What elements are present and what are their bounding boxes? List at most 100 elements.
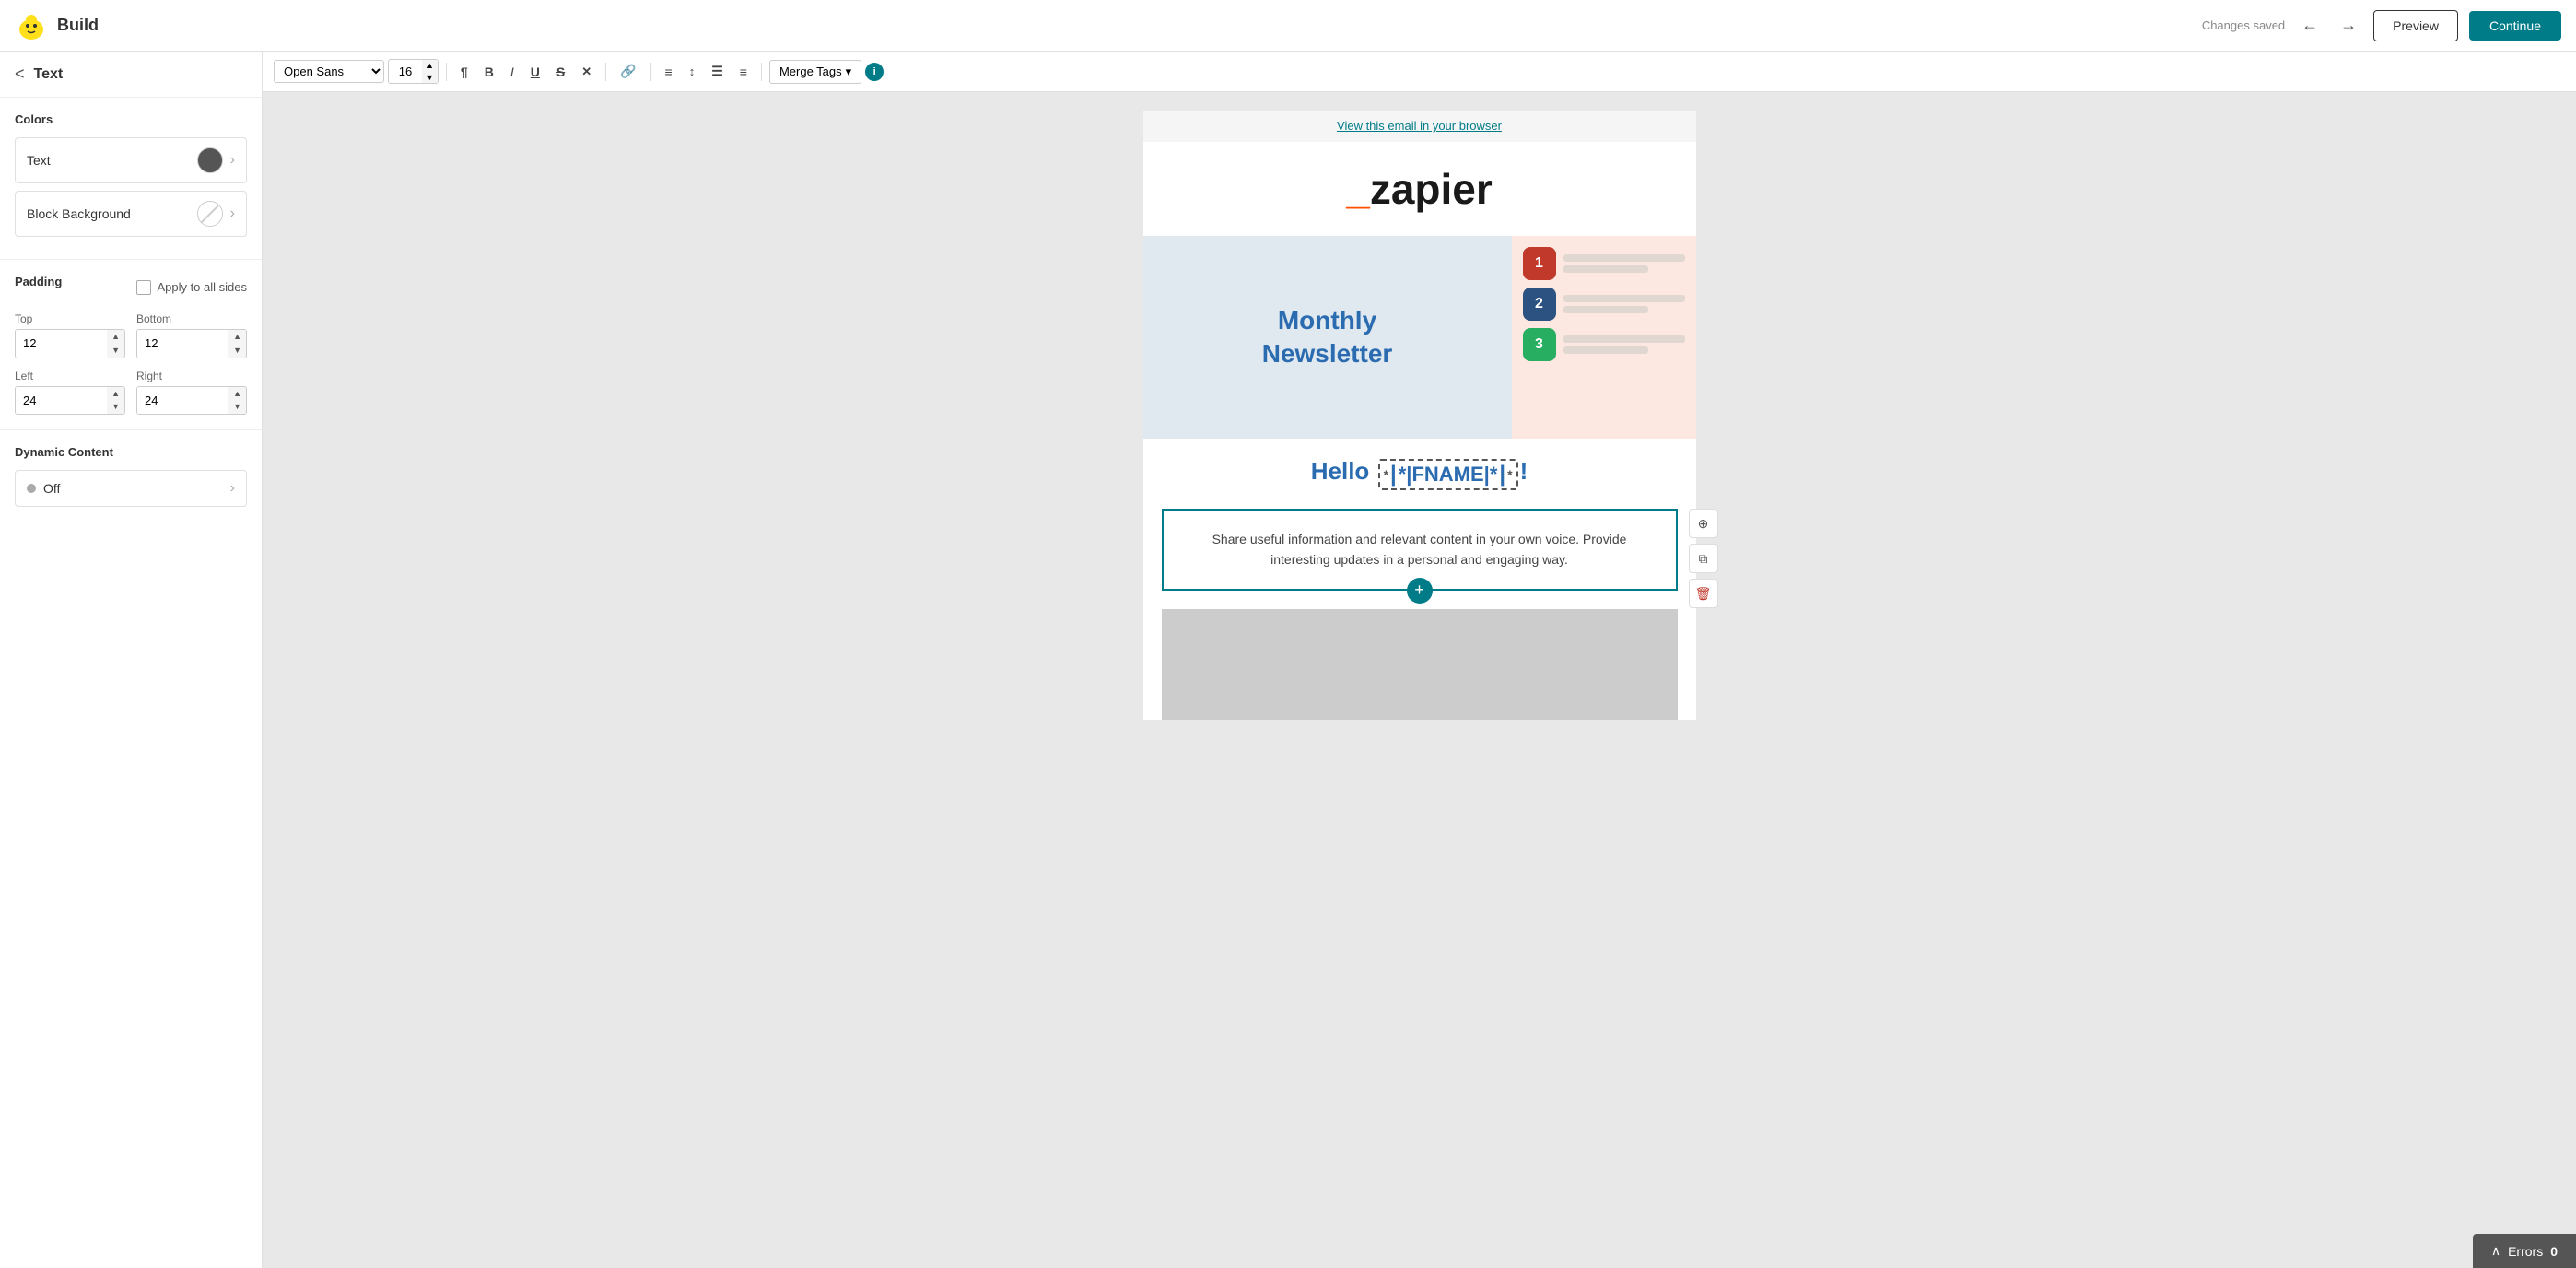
top-down-btn[interactable]: ▼ [107, 344, 124, 358]
undo-button[interactable]: ← [2296, 10, 2324, 41]
zapier-logo-container: _ zapier [1346, 164, 1493, 214]
colors-label: Colors [15, 112, 247, 126]
continue-button[interactable]: Continue [2469, 11, 2561, 41]
apply-all-label: Apply to all sides [157, 280, 247, 294]
preview-button[interactable]: Preview [2373, 10, 2458, 41]
errors-bar[interactable]: ∧ Errors 0 [2473, 1234, 2576, 1268]
text-color-label: Text [27, 153, 51, 168]
divider4 [761, 63, 762, 81]
app-title: Build [57, 16, 99, 35]
text-color-swatch [197, 147, 223, 173]
strikethrough-button[interactable]: S [550, 60, 571, 84]
banner-left: MonthlyNewsletter [1143, 236, 1512, 439]
zapier-underscore: _ [1346, 168, 1370, 210]
block-bg-label: Block Background [27, 206, 131, 221]
padding-grid: Top ▲ ▼ Bottom ▲ ▼ [15, 312, 247, 415]
block-actions: ⊕ ⧉ 🗑 [1689, 509, 1718, 608]
sidebar-title: Text [34, 66, 64, 83]
redo-button[interactable]: → [2335, 10, 2362, 41]
line-height-button[interactable]: ↕ [683, 60, 702, 83]
paragraph-button[interactable]: ¶ [454, 60, 474, 84]
bottom-up-btn[interactable]: ▲ [228, 330, 246, 344]
sidebar-header: < Text [0, 52, 262, 98]
dynamic-section: Dynamic Content Off › [0, 429, 262, 522]
link-button[interactable]: 🔗 [614, 59, 642, 84]
text-block-wrapper: Share useful information and relevant co… [1162, 509, 1678, 591]
bold-button[interactable]: B [478, 60, 500, 84]
sidebar-back-button[interactable]: < [15, 65, 25, 84]
nav-right: Changes saved ← → Preview Continue [2202, 10, 2561, 41]
fname-merge-tag: *|*|FNAME|*|* [1378, 459, 1518, 490]
font-family-select[interactable]: Open Sans [274, 60, 384, 83]
left-padding-field: Left ▲ ▼ [15, 370, 125, 416]
padding-section: Padding Apply to all sides Top ▲ ▼ Botto… [0, 259, 262, 429]
errors-count: 0 [2550, 1244, 2558, 1259]
merge-tags-button[interactable]: Merge Tags ▾ [769, 60, 861, 84]
banner-num-2: 2 [1523, 288, 1556, 321]
star-left: * [1384, 467, 1388, 482]
banner-line-1a [1563, 254, 1685, 262]
email-wrapper: View this email in your browser _ zapier… [1143, 111, 1696, 1250]
view-browser-link[interactable]: View this email in your browser [1337, 119, 1502, 133]
dynamic-chevron: › [230, 480, 235, 497]
top-up-btn[interactable]: ▲ [107, 330, 124, 344]
errors-label: Errors [2508, 1244, 2543, 1259]
banner-item-1: 1 [1523, 247, 1685, 280]
divider2 [605, 63, 606, 81]
left-padding-input[interactable] [16, 387, 107, 415]
top-padding-input[interactable] [16, 330, 107, 358]
top-padding-field: Top ▲ ▼ [15, 312, 125, 358]
text-block-content: Share useful information and relevant co… [1212, 532, 1627, 567]
right-padding-input[interactable] [137, 387, 228, 415]
numbered-list-button[interactable]: ≡ [733, 60, 754, 84]
duplicate-block-button[interactable]: ⧉ [1689, 544, 1718, 573]
font-size-wrapper: ▲ ▼ [388, 59, 439, 85]
left-up-btn[interactable]: ▲ [107, 387, 124, 401]
font-size-up[interactable]: ▲ [422, 60, 438, 72]
banner-num-3: 3 [1523, 328, 1556, 361]
font-size-down[interactable]: ▼ [422, 72, 438, 84]
apply-all-sides-row: Apply to all sides [136, 280, 247, 295]
move-block-button[interactable]: ⊕ [1689, 509, 1718, 538]
changes-saved-label: Changes saved [2202, 18, 2285, 32]
block-bg-color-row[interactable]: Block Background › [15, 191, 247, 237]
hello-text: Hello *|*|FNAME|*|* ! [1311, 457, 1528, 485]
hello-section: Hello *|*|FNAME|*|* ! [1143, 439, 1696, 509]
clear-format-button[interactable]: ✕ [575, 60, 598, 84]
mailchimp-logo-icon [15, 9, 48, 42]
bottom-label: Bottom [136, 312, 247, 325]
colors-section: Colors Text › Block Background › [0, 98, 262, 259]
underline-button[interactable]: U [524, 60, 546, 84]
bottom-padding-field: Bottom ▲ ▼ [136, 312, 247, 358]
dynamic-row[interactable]: Off › [15, 470, 247, 507]
font-size-input[interactable] [389, 62, 422, 81]
italic-button[interactable]: I [504, 60, 521, 84]
bottom-down-btn[interactable]: ▼ [228, 344, 246, 358]
info-icon[interactable]: i [865, 63, 884, 81]
align-left-button[interactable]: ≡ [659, 60, 679, 84]
dynamic-dot [27, 484, 36, 493]
nav-left: Build [15, 9, 99, 42]
banner-line-2a [1563, 295, 1685, 302]
right-padding-field: Right ▲ ▼ [136, 370, 247, 416]
dynamic-value: Off [43, 481, 60, 496]
delete-block-button[interactable]: 🗑 [1689, 579, 1718, 608]
text-color-chevron: › [230, 152, 235, 169]
banner-title: MonthlyNewsletter [1262, 304, 1393, 371]
bottom-padding-input[interactable] [137, 330, 228, 358]
padding-label: Padding [15, 275, 62, 288]
apply-all-checkbox[interactable] [136, 280, 151, 295]
star-right: * [1507, 467, 1512, 482]
right-down-btn[interactable]: ▼ [228, 400, 246, 414]
bullet-list-button[interactable]: ☰ [705, 59, 730, 84]
right-up-btn[interactable]: ▲ [228, 387, 246, 401]
divider1 [446, 63, 447, 81]
banner-line-3a [1563, 335, 1685, 343]
left-down-btn[interactable]: ▼ [107, 400, 124, 414]
add-block-button[interactable]: + [1407, 578, 1433, 604]
sidebar: < Text Colors Text › Block Background › … [0, 52, 263, 1268]
left-label: Left [15, 370, 125, 382]
text-color-row[interactable]: Text › [15, 137, 247, 183]
top-nav: Build Changes saved ← → Preview Continue [0, 0, 2576, 52]
errors-chevron: ∧ [2491, 1243, 2500, 1259]
